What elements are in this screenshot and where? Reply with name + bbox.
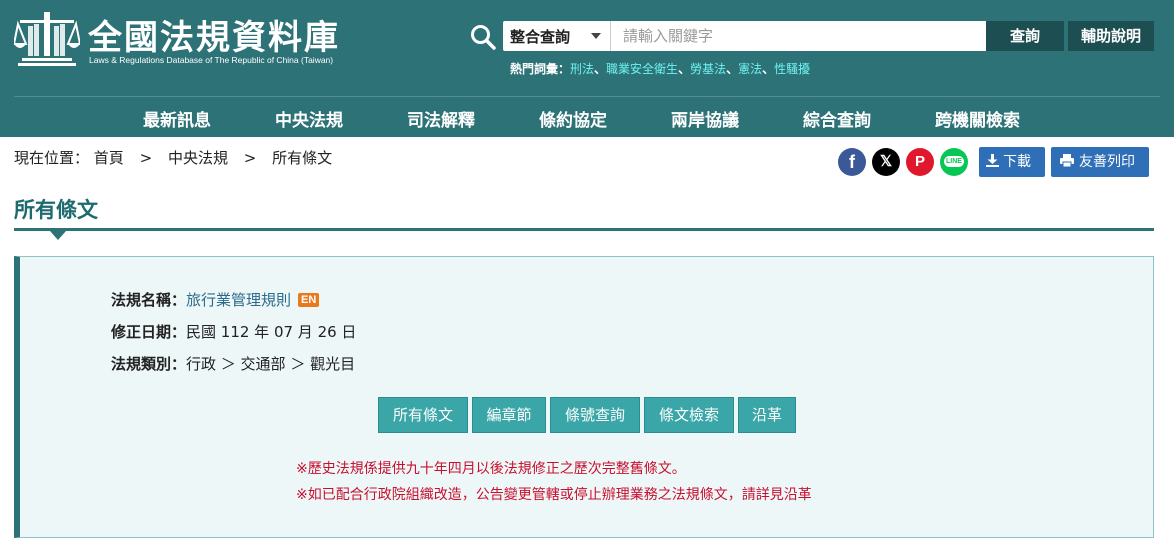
nav-item-central-laws[interactable]: 中央法規: [275, 106, 343, 131]
search-icon[interactable]: [470, 24, 496, 50]
history-note: ※歷史法規係提供九十年四月以後法規修正之歷次完整舊條文。: [296, 461, 686, 477]
site-header: 全國法規資料庫 Laws & Regulations Database of T…: [0, 0, 1174, 137]
law-name-row: 法規名稱：旅行業管理規則 EN: [111, 289, 320, 310]
print-label: 友善列印: [1079, 154, 1135, 170]
law-date-value: 民國 112 年 07 月 26 日: [186, 323, 357, 341]
nav-item-cross-strait[interactable]: 兩岸協議: [671, 106, 739, 131]
law-category-row: 法規類別：行政 ＞ 交通部 ＞ 觀光目: [111, 353, 355, 374]
page-title: 所有條文: [14, 198, 98, 222]
breadcrumb-home[interactable]: 首頁: [94, 149, 124, 167]
english-version-badge[interactable]: EN: [298, 293, 320, 307]
tab-history[interactable]: 沿革: [738, 397, 796, 433]
title-arrow-icon: [50, 231, 66, 240]
title-divider: [14, 228, 1154, 231]
download-label: 下載: [1003, 154, 1031, 170]
hot-term-link[interactable]: 職業安全衛生: [606, 62, 678, 76]
law-name-label: 法規名稱：: [111, 291, 187, 309]
facebook-share-icon[interactable]: f: [838, 148, 866, 176]
hot-term-link[interactable]: 性騷擾: [774, 62, 810, 76]
hot-term-link[interactable]: 刑法: [570, 62, 594, 76]
hot-term-link[interactable]: 憲法: [738, 62, 762, 76]
tab-article-search[interactable]: 條文檢索: [644, 397, 734, 433]
nav-item-news[interactable]: 最新訊息: [143, 106, 211, 131]
chevron-down-icon: [591, 33, 601, 39]
hot-terms: 熱門詞彙：刑法、職業安全衛生、勞基法、憲法、性騷擾: [510, 62, 811, 76]
printer-icon: [1060, 154, 1074, 168]
scales-of-justice-icon: [14, 12, 80, 66]
line-share-icon[interactable]: LINE: [940, 148, 968, 176]
search-input[interactable]: [611, 21, 986, 51]
nav-item-judicial-interpretations[interactable]: 司法解釋: [407, 106, 475, 131]
breadcrumb-central-laws[interactable]: 中央法規: [168, 149, 228, 167]
search-button[interactable]: 查詢: [986, 21, 1064, 51]
breadcrumb-label: 現在位置：: [14, 149, 90, 167]
tab-chapters[interactable]: 編章節: [472, 397, 546, 433]
law-name-link[interactable]: 旅行業管理規則: [186, 291, 291, 309]
search-type-value: 整合查詢: [510, 28, 571, 46]
hot-term-link[interactable]: 勞基法: [690, 62, 726, 76]
breadcrumb: 現在位置： 首頁 > 中央法規 > 所有條文: [14, 149, 333, 167]
law-info-panel: 法規名稱：旅行業管理規則 EN 修正日期：民國 112 年 07 月 26 日 法…: [14, 256, 1154, 538]
main-nav: 最新訊息 中央法規 司法解釋 條約協定 兩岸協議 綜合查詢 跨機關檢索: [0, 97, 1174, 137]
search-type-select[interactable]: 整合查詢: [503, 21, 611, 51]
law-category-value: 行政 ＞ 交通部 ＞ 觀光目: [186, 355, 356, 373]
plurk-share-icon[interactable]: P: [906, 148, 934, 176]
print-button[interactable]: 友善列印: [1051, 147, 1149, 177]
hot-terms-label: 熱門詞彙：: [510, 62, 571, 76]
site-title: 全國法規資料庫: [88, 18, 340, 58]
law-category-label: 法規類別：: [111, 355, 187, 373]
nav-item-integrated-search[interactable]: 綜合查詢: [803, 106, 871, 131]
tab-article-number-search[interactable]: 條號查詢: [550, 397, 640, 433]
download-button[interactable]: 下載: [979, 147, 1045, 177]
law-date-row: 修正日期：民國 112 年 07 月 26 日: [111, 321, 356, 342]
site-logo[interactable]: 全國法規資料庫 Laws & Regulations Database of T…: [14, 8, 374, 70]
tab-all-articles[interactable]: 所有條文: [378, 397, 468, 433]
nav-item-treaties[interactable]: 條約協定: [539, 106, 607, 131]
download-icon: [986, 154, 999, 167]
x-share-icon[interactable]: 𝕏: [872, 148, 900, 176]
reorganization-note: ※如已配合行政院組織改造，公告變更管轄或停止辦理業務之法規條文，請詳見沿革: [296, 487, 812, 503]
breadcrumb-current: 所有條文: [272, 149, 333, 167]
site-subtitle: Laws & Regulations Database of The Repub…: [89, 55, 334, 65]
law-date-label: 修正日期：: [111, 323, 187, 341]
nav-item-cross-agency-search[interactable]: 跨機關檢索: [935, 106, 1020, 131]
help-button[interactable]: 輔助說明: [1068, 21, 1154, 51]
